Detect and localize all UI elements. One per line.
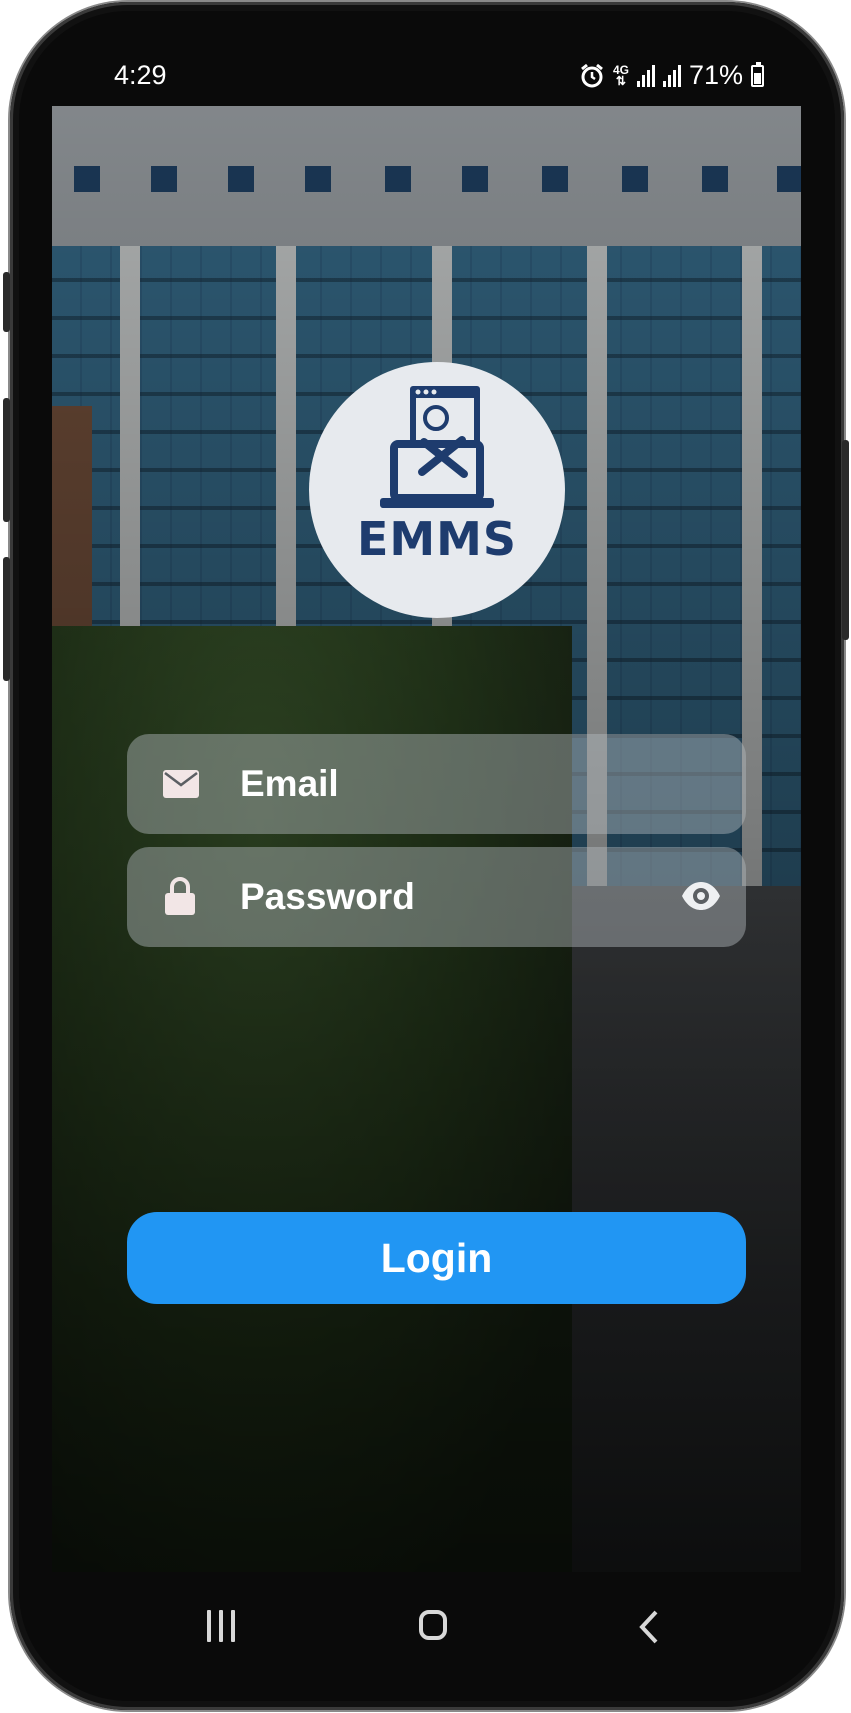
signal-icon-2 (662, 64, 681, 87)
battery-percent: 71% (688, 60, 743, 90)
eye-icon[interactable] (680, 881, 722, 911)
signal-icon (636, 64, 655, 87)
recents-button[interactable] (207, 1610, 235, 1642)
status-icons: 4G ⇅ 71% (579, 60, 764, 91)
battery-icon (751, 61, 764, 87)
background-dim-overlay (52, 106, 801, 1572)
bixby-hardware-button (3, 557, 10, 681)
app-screen: EMMS Login (52, 106, 801, 1572)
envelope-icon (163, 770, 199, 798)
volume-down-hardware-button (3, 398, 10, 522)
power-hardware-button (842, 440, 849, 640)
logo-text: EMMS (356, 512, 518, 566)
login-button[interactable]: Login (127, 1212, 746, 1304)
email-field[interactable] (127, 734, 746, 834)
password-field[interactable] (127, 847, 746, 947)
network-type: 4G (612, 62, 629, 77)
password-input[interactable] (240, 847, 680, 947)
laptop-tools-icon (380, 386, 494, 508)
status-time: 4:29 (114, 60, 167, 90)
back-button[interactable] (638, 1610, 660, 1644)
status-bar: 4:29 4G ⇅ 71% (52, 52, 798, 102)
system-nav-bar (52, 1572, 801, 1682)
network-4g-icon: 4G ⇅ (612, 62, 629, 88)
volume-up-hardware-button (3, 272, 10, 332)
alarm-icon (581, 63, 603, 87)
lock-icon (165, 877, 195, 915)
email-input[interactable] (240, 734, 680, 834)
home-button[interactable] (419, 1610, 447, 1640)
app-logo: EMMS (309, 362, 565, 618)
